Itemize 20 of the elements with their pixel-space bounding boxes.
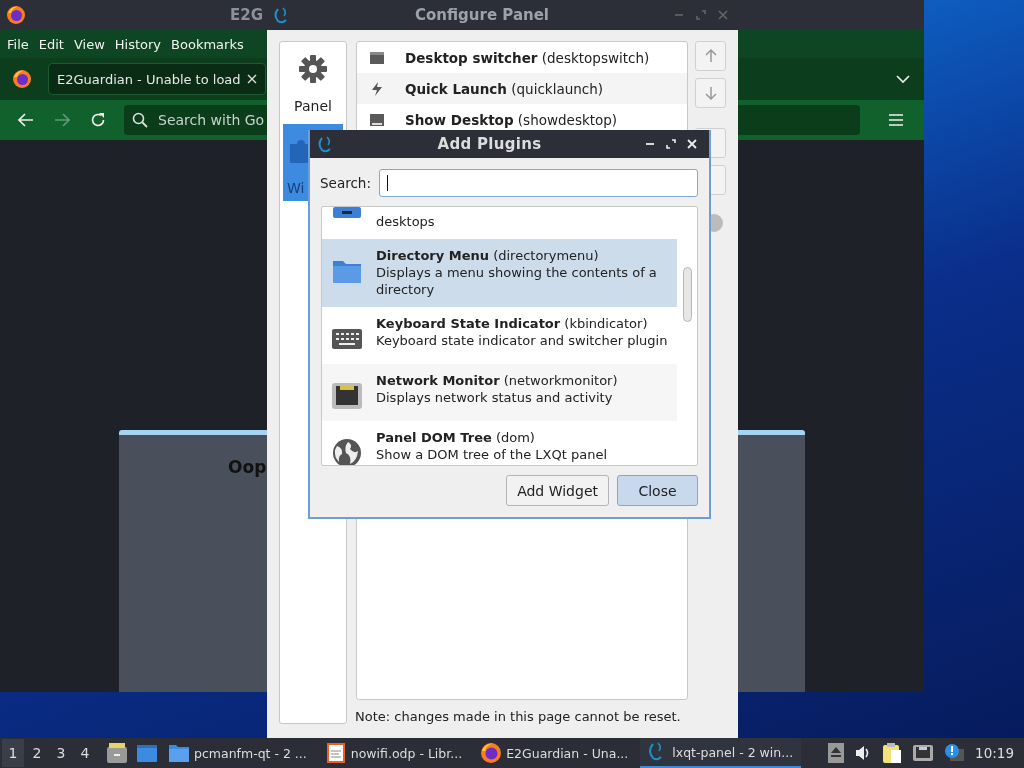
- window-title: Add Plugins: [436, 135, 543, 153]
- plugin-name: Directory Menu (directorymenu): [376, 247, 600, 264]
- search-label: Search:: [320, 175, 371, 191]
- clock: 10:19: [975, 745, 1014, 761]
- widget-name: Quick Launch (quicklaunch): [405, 80, 603, 97]
- window-title: Configure Panel: [414, 6, 550, 24]
- note-text: Note: changes made in this page cannot be reset.: [354, 708, 682, 724]
- plugin-description: Displays network status and activity: [376, 389, 614, 406]
- widget-name: Show Desktop (showdesktop): [405, 111, 618, 128]
- plugin-description: desktops: [376, 213, 436, 230]
- plugin-description: Displays a menu showing the contents of a directory: [376, 264, 658, 298]
- plugin-name: Panel DOM Tree (dom): [376, 429, 536, 446]
- tab-title: E2Guardian - Unable to load: [57, 71, 241, 87]
- plugin-name: Network Monitor (networkmonitor): [376, 372, 619, 389]
- plugin-description: Keyboard state indicator and switcher plugin: [376, 332, 669, 349]
- plugin-name: Keyboard State Indicator (kbindicator): [376, 315, 649, 332]
- page-heading: Oop: [228, 457, 268, 477]
- window-title: E2G: [230, 6, 263, 24]
- plugin-description: Show a DOM tree of the LXQt panel: [376, 446, 608, 463]
- widget-name: Desktop switcher (desktopswitch): [405, 49, 650, 66]
